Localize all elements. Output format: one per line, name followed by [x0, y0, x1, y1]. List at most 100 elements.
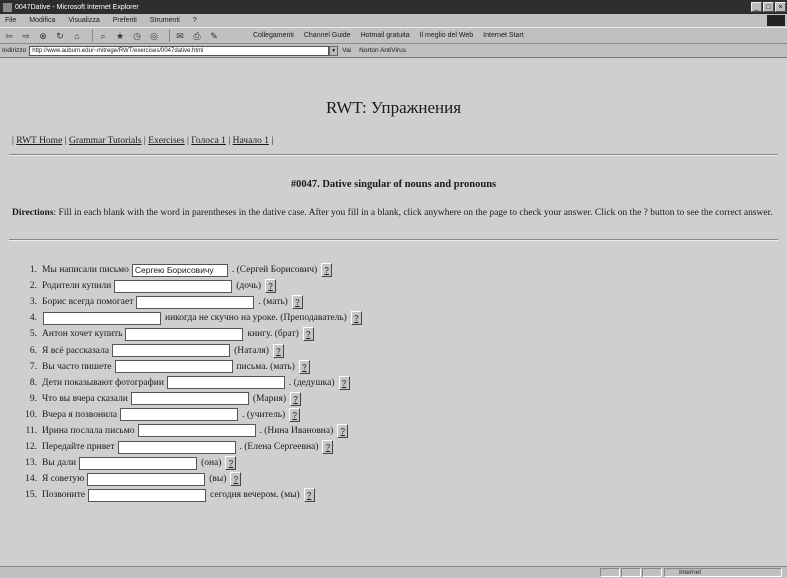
- menu-modifica[interactable]: Modifica: [29, 17, 55, 24]
- menu-visualizza[interactable]: Visualizza: [68, 17, 99, 24]
- hint-button[interactable]: ?: [290, 391, 302, 406]
- maximize-button[interactable]: □: [763, 2, 774, 12]
- menu-help[interactable]: ?: [193, 17, 197, 24]
- norton-antivirus-button[interactable]: Norton AntiVirus: [359, 47, 406, 54]
- item-number: 14.: [25, 474, 37, 485]
- link-hotmail[interactable]: Hotmail gratuita: [361, 32, 410, 39]
- address-label: Indirizzo: [2, 47, 27, 54]
- item-text-before: Передайте привет: [42, 442, 115, 453]
- divider: [9, 154, 778, 156]
- item-text-after: (Наталя): [234, 345, 269, 356]
- answer-input[interactable]: [125, 327, 244, 341]
- toolbar-divider: [92, 29, 93, 42]
- menu-strumenti[interactable]: Strumenti: [150, 17, 180, 24]
- status-cell: [621, 568, 641, 577]
- answer-input[interactable]: [112, 344, 231, 358]
- links-toolbar: Collegamenti Channel Guide Hotmail gratu…: [253, 32, 534, 39]
- refresh-icon[interactable]: ↻: [54, 30, 66, 42]
- hint-button[interactable]: ?: [298, 359, 310, 374]
- address-dropdown-icon[interactable]: ▼: [329, 45, 339, 56]
- answer-input[interactable]: [136, 295, 255, 309]
- answer-input[interactable]: [130, 392, 249, 406]
- status-cell: [642, 568, 662, 577]
- history-icon[interactable]: ◷: [131, 30, 143, 42]
- answer-input[interactable]: [43, 311, 161, 325]
- item-number: 2.: [29, 281, 37, 292]
- link-best-of-web[interactable]: Il meglio del Web: [420, 32, 474, 39]
- answer-input[interactable]: [137, 424, 256, 438]
- item-text-before: Позвоните: [42, 490, 86, 501]
- nav-grammar-tutorials[interactable]: Grammar Tutorials: [69, 136, 142, 146]
- hint-button[interactable]: ?: [338, 375, 350, 390]
- hint-button[interactable]: ?: [230, 472, 242, 487]
- close-button[interactable]: ×: [775, 2, 786, 12]
- nav-rwt-home[interactable]: RWT Home: [16, 136, 62, 146]
- exercise-item: 9. Что вы вчера сказали (Мария)?: [13, 391, 362, 407]
- exercise-item: 12. Передайте привет . (Елена Сергеевна)?: [13, 439, 362, 455]
- link-channel-guide[interactable]: Channel Guide: [304, 32, 351, 39]
- links-label: Collegamenti: [253, 32, 294, 39]
- nav-nachalo-1[interactable]: Начало 1: [233, 136, 269, 146]
- item-text-before: Дети показывают фотографии: [42, 377, 164, 388]
- item-text-after: (Мария): [252, 393, 287, 404]
- item-text-before: Ирина послала письмо: [42, 425, 135, 436]
- answer-input[interactable]: [114, 279, 233, 293]
- item-text-after: (дочь): [236, 281, 262, 292]
- answer-input[interactable]: [166, 376, 285, 390]
- exercise-item: 3. Борис всегда помогает . (мать)?: [13, 294, 362, 310]
- hint-button[interactable]: ?: [265, 279, 277, 294]
- forward-icon[interactable]: ⇨: [20, 30, 32, 42]
- answer-input[interactable]: [120, 408, 239, 422]
- hint-button[interactable]: ?: [302, 327, 314, 342]
- nav-exercises[interactable]: Exercises: [148, 136, 184, 146]
- hint-button[interactable]: ?: [303, 488, 315, 503]
- favorites-icon[interactable]: ★: [114, 30, 126, 42]
- hint-button[interactable]: ?: [321, 263, 333, 278]
- menu-preferiti[interactable]: Preferiti: [113, 17, 137, 24]
- divider: [9, 239, 778, 241]
- back-icon[interactable]: ⇦: [3, 30, 15, 42]
- hint-button[interactable]: ?: [225, 456, 237, 471]
- page-content: RWT: Упражнения | RWT Home | Grammar Tut…: [0, 59, 787, 566]
- item-number: 3.: [29, 297, 37, 308]
- item-text-before: Мы написали письмо: [42, 265, 129, 276]
- channels-icon[interactable]: ◎: [148, 30, 160, 42]
- exercise-item: 2. Родители купили (дочь)?: [13, 278, 362, 294]
- hint-button[interactable]: ?: [291, 295, 303, 310]
- address-input[interactable]: http://www.auburn.edu/~mitrege/RWT/exerc…: [29, 45, 330, 56]
- mail-icon[interactable]: ✉: [174, 30, 186, 42]
- item-number: 10.: [25, 409, 37, 420]
- answer-input[interactable]: [88, 488, 207, 502]
- hint-button[interactable]: ?: [289, 407, 301, 422]
- item-text-before: Вчера я позвонила: [42, 409, 118, 420]
- stop-icon[interactable]: ⊗: [37, 30, 49, 42]
- minimize-button[interactable]: _: [751, 2, 762, 12]
- link-internet-start[interactable]: Internet Start: [483, 32, 523, 39]
- hint-button[interactable]: ?: [322, 440, 334, 455]
- home-icon[interactable]: ⌂: [71, 30, 83, 42]
- item-number: 6.: [29, 345, 37, 356]
- hint-button[interactable]: ?: [337, 423, 349, 438]
- item-number: 11.: [25, 425, 37, 436]
- exercise-item: 6. Я всё рассказала (Наталя)?: [13, 342, 362, 358]
- directions-text: : Fill in each blank with the word in pa…: [53, 208, 773, 218]
- item-number: 7.: [29, 361, 37, 372]
- hint-button[interactable]: ?: [272, 343, 284, 358]
- answer-input[interactable]: [114, 360, 233, 374]
- item-text-before: Родители купили: [42, 281, 112, 292]
- answer-input[interactable]: [87, 472, 206, 486]
- exercise-item: 10. Вчера я позвонила . (учитель)?: [13, 407, 362, 423]
- menu-file[interactable]: File: [5, 17, 16, 24]
- answer-input[interactable]: Сергею Борисовичу: [131, 263, 228, 277]
- item-number: 9.: [29, 393, 37, 404]
- answer-input[interactable]: [79, 456, 198, 470]
- answer-input[interactable]: [117, 440, 236, 454]
- print-icon[interactable]: ⎙: [191, 30, 203, 42]
- go-button[interactable]: Vai: [342, 47, 351, 54]
- item-text-before: Вы дали: [42, 458, 77, 469]
- hint-button[interactable]: ?: [350, 311, 362, 326]
- edit-icon[interactable]: ✎: [208, 30, 220, 42]
- window-title: 0047Dative - Microsoft Internet Explorer: [15, 3, 139, 11]
- search-icon[interactable]: ⌕: [97, 30, 109, 42]
- nav-golosa-1[interactable]: Голоса 1: [191, 136, 226, 146]
